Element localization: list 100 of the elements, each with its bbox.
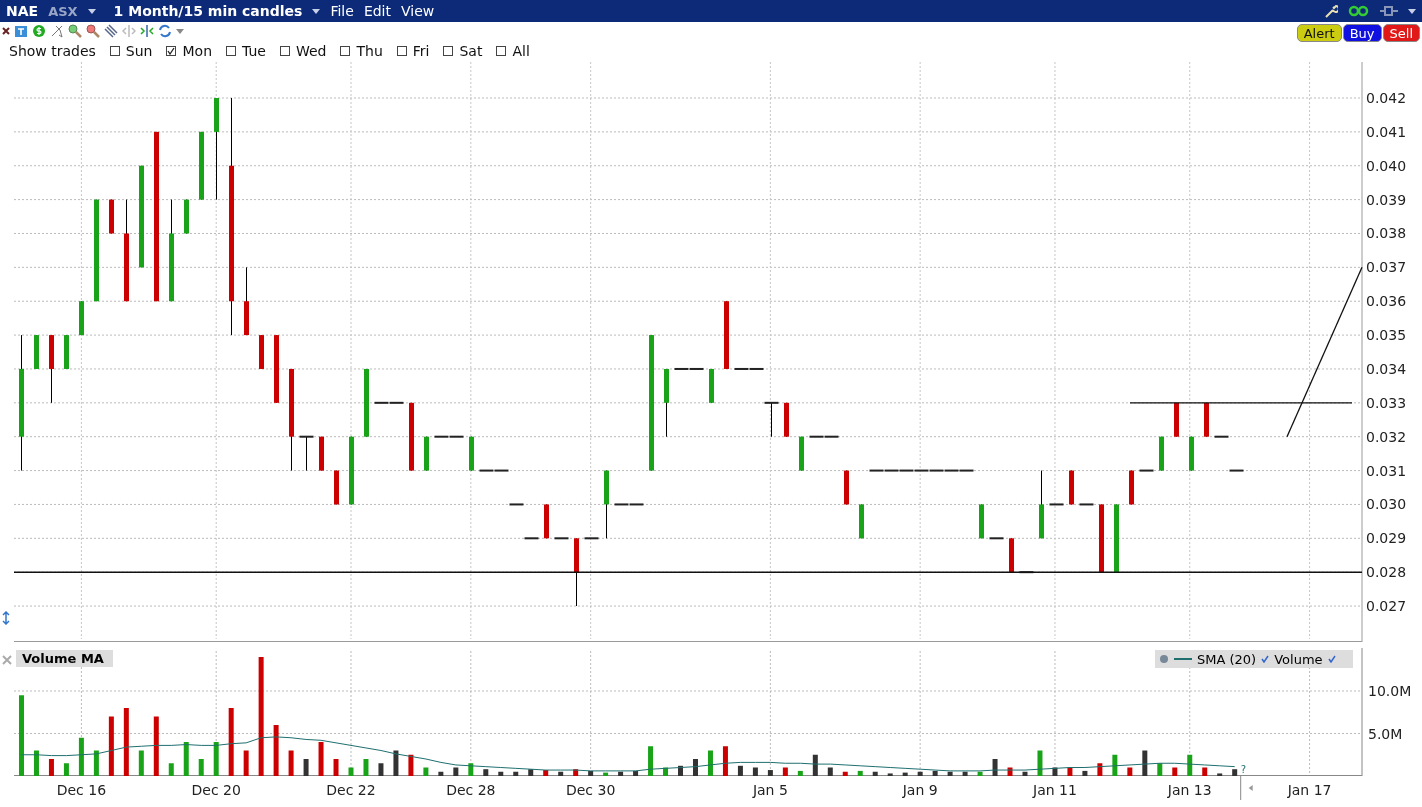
menu-item[interactable]: Edit xyxy=(363,3,391,19)
volume-bar xyxy=(78,737,84,776)
volume-bar xyxy=(782,767,788,776)
day-label[interactable]: Tue xyxy=(242,43,266,59)
volume-bar xyxy=(453,767,459,776)
day-label[interactable]: Thu xyxy=(356,43,383,59)
volume-bar xyxy=(273,725,279,776)
volume-bar xyxy=(483,769,489,776)
volume-bar xyxy=(648,746,654,776)
volume-bar xyxy=(378,763,384,776)
axis-label: Jan 17 xyxy=(1287,782,1332,798)
caret-icon[interactable] xyxy=(312,8,321,14)
volume-bar xyxy=(663,767,669,776)
volume-bar xyxy=(1202,767,1208,776)
axis-label: Dec 28 xyxy=(446,782,496,798)
legend-label[interactable]: SMA (20) xyxy=(1197,651,1257,667)
checkbox[interactable] xyxy=(279,46,290,56)
price-label: 0.037 xyxy=(1366,259,1407,276)
day-label[interactable]: Fri xyxy=(412,43,430,59)
order-button[interactable]: Buy xyxy=(1342,24,1382,42)
volume-bar xyxy=(857,770,863,776)
close-icon[interactable] xyxy=(2,27,10,35)
price-label: 0.039 xyxy=(1366,191,1407,208)
day-label[interactable]: Sun xyxy=(125,43,153,59)
scroll-icon[interactable] xyxy=(1,611,11,625)
checkbox[interactable] xyxy=(109,46,120,56)
day-label[interactable]: All xyxy=(512,43,530,59)
checkbox[interactable] xyxy=(166,46,177,56)
volume-bar xyxy=(588,770,594,776)
exchange[interactable]: ASX xyxy=(48,3,78,19)
caret-icon[interactable] xyxy=(87,8,96,14)
checkbox[interactable] xyxy=(340,46,351,56)
checkbox[interactable] xyxy=(396,46,407,56)
check-icon[interactable] xyxy=(1327,655,1336,663)
volume-bar xyxy=(1217,773,1223,776)
axis-label: 5.0M xyxy=(1368,725,1403,742)
day-label[interactable]: Wed xyxy=(295,43,327,59)
cursor-icon[interactable] xyxy=(50,24,64,38)
wrench-icon[interactable] xyxy=(1324,4,1338,18)
volume-bar xyxy=(93,750,99,776)
price-label: 0.033 xyxy=(1366,394,1407,411)
volume-bar xyxy=(872,771,878,776)
price-label: 0.029 xyxy=(1366,530,1407,547)
day-label[interactable]: Sat xyxy=(459,43,483,59)
volume-bar xyxy=(767,770,773,776)
price-label: 0.041 xyxy=(1366,123,1407,140)
marker-label: ? xyxy=(1240,764,1246,775)
volume-bar xyxy=(812,754,818,776)
dollar-icon[interactable] xyxy=(32,24,46,38)
volume-bar xyxy=(932,770,938,776)
volume-bar xyxy=(63,763,69,776)
legend-label[interactable]: Volume xyxy=(1274,651,1323,667)
volume-bar xyxy=(1052,767,1058,776)
volume-bar xyxy=(468,763,474,776)
volume-bar xyxy=(603,772,609,776)
arrow-icon[interactable] xyxy=(1248,785,1253,791)
volume-bar xyxy=(1112,754,1118,776)
refresh-icon[interactable] xyxy=(158,24,172,38)
volume-bar xyxy=(1007,767,1013,776)
zoom-in-icon[interactable] xyxy=(68,24,82,38)
globe-icon[interactable] xyxy=(1159,654,1169,664)
check-icon[interactable] xyxy=(1261,655,1270,663)
fit-icon[interactable] xyxy=(140,24,154,38)
price-label: 0.035 xyxy=(1366,327,1407,344)
pane-title: Volume MA xyxy=(16,650,113,667)
axis-label: 10.0M xyxy=(1368,683,1412,699)
price-label: 0.038 xyxy=(1366,225,1407,242)
volume-bar xyxy=(243,750,249,776)
volume-bar xyxy=(438,771,444,776)
checkbox[interactable] xyxy=(443,46,454,56)
zoom-out-icon[interactable] xyxy=(86,24,100,38)
caret-icon[interactable] xyxy=(1408,8,1416,14)
volume-bar xyxy=(1082,770,1088,776)
axis-label: Jan 13 xyxy=(1167,782,1212,798)
volume-bar xyxy=(288,750,294,776)
lines-icon[interactable] xyxy=(104,24,118,38)
checkbox[interactable] xyxy=(496,46,507,56)
price-label: 0.027 xyxy=(1366,598,1407,615)
volume-bar xyxy=(1127,767,1133,776)
volume-bar xyxy=(213,742,219,776)
symbol[interactable]: NAE xyxy=(6,3,39,19)
price-label: 0.042 xyxy=(1366,90,1407,106)
menu-item[interactable]: File xyxy=(330,3,354,19)
order-button[interactable]: Sell xyxy=(1382,24,1420,42)
volume-bar xyxy=(1097,763,1103,776)
order-button[interactable]: Alert xyxy=(1296,24,1342,42)
volume-bar xyxy=(962,771,968,776)
volume-bar xyxy=(917,771,923,776)
volume-bar xyxy=(168,763,174,776)
period-selector[interactable]: 1 Month/15 min candles xyxy=(113,3,303,19)
volume-bar xyxy=(842,771,848,776)
day-label[interactable]: Mon xyxy=(182,43,212,59)
volume-bar xyxy=(408,754,414,776)
checkbox[interactable] xyxy=(226,46,236,56)
volume-bar xyxy=(752,767,758,776)
link-icon[interactable] xyxy=(1348,4,1370,18)
volume-bar xyxy=(693,759,698,776)
axis-label: Dec 16 xyxy=(56,782,107,798)
price-label: 0.032 xyxy=(1366,428,1407,445)
menu-item[interactable]: View xyxy=(401,3,435,19)
